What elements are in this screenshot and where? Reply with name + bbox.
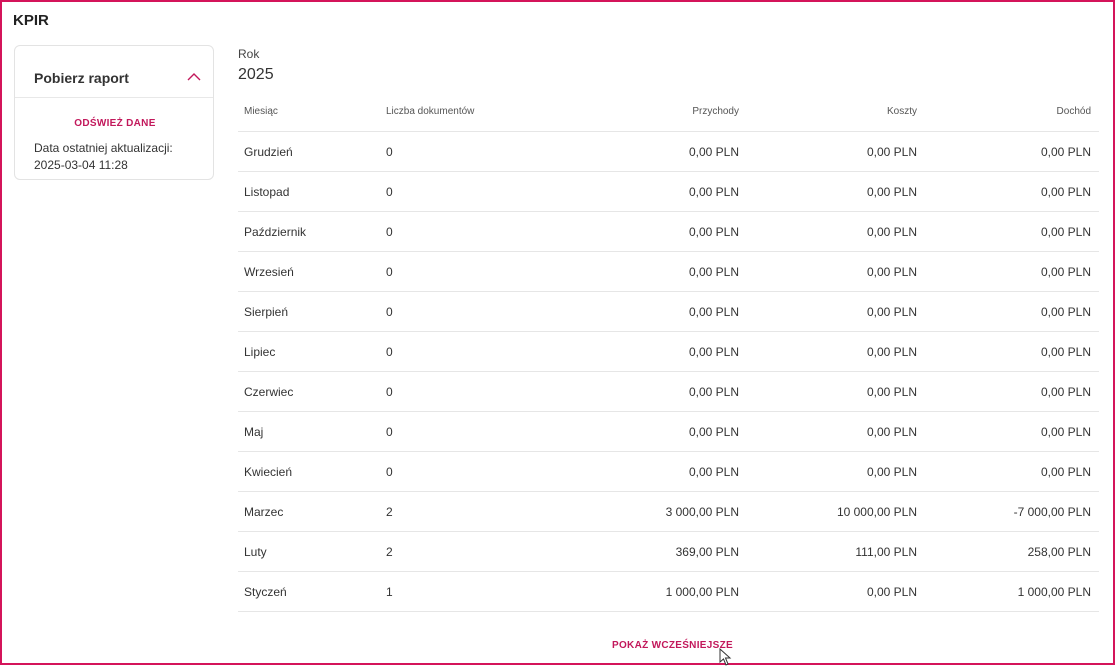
cell-costs: 0,00 PLN (866, 424, 917, 439)
last-update-value: 2025-03-04 11:28 (34, 158, 128, 172)
header-income[interactable]: Przychody (692, 92, 739, 131)
cell-docs: 0 (386, 464, 393, 479)
kpir-table: Miesiąc Liczba dokumentów Przychody Kosz… (238, 92, 1099, 612)
cell-income: 0,00 PLN (688, 384, 739, 399)
table-row: Czerwiec 0 0,00 PLN 0,00 PLN 0,00 PLN (238, 372, 1099, 412)
header-month[interactable]: Miesiąc (244, 92, 278, 131)
cell-docs: 2 (386, 504, 393, 519)
cell-costs: 0,00 PLN (866, 184, 917, 199)
cell-month: Grudzień (244, 144, 293, 159)
cell-costs: 0,00 PLN (866, 384, 917, 399)
cell-income: 0,00 PLN (688, 264, 739, 279)
table-row: Sierpień 0 0,00 PLN 0,00 PLN 0,00 PLN (238, 292, 1099, 332)
cell-costs: 0,00 PLN (866, 304, 917, 319)
year-label: Rok (238, 47, 260, 61)
cell-docs: 0 (386, 304, 393, 319)
mouse-cursor-icon (719, 648, 732, 666)
cell-profit: 258,00 PLN (1027, 544, 1091, 559)
report-card-header[interactable]: Pobierz raport (15, 46, 213, 98)
table-row: Maj 0 0,00 PLN 0,00 PLN 0,00 PLN (238, 412, 1099, 452)
header-profit[interactable]: Dochód (1057, 92, 1091, 131)
cell-month: Luty (244, 544, 267, 559)
table-row: Kwiecień 0 0,00 PLN 0,00 PLN 0,00 PLN (238, 452, 1099, 492)
cell-income: 3 000,00 PLN (665, 504, 739, 519)
report-card-title: Pobierz raport (34, 70, 129, 86)
table-row: Październik 0 0,00 PLN 0,00 PLN 0,00 PLN (238, 212, 1099, 252)
cell-costs: 0,00 PLN (866, 344, 917, 359)
cell-income: 369,00 PLN (675, 544, 739, 559)
cell-costs: 0,00 PLN (866, 144, 917, 159)
cell-month: Październik (244, 224, 307, 239)
cell-docs: 2 (386, 544, 393, 559)
table-row: Luty 2 369,00 PLN 111,00 PLN 258,00 PLN (238, 532, 1099, 572)
cell-profit: 0,00 PLN (1040, 184, 1091, 199)
cell-income: 1 000,00 PLN (665, 584, 739, 599)
cell-profit: 0,00 PLN (1040, 304, 1091, 319)
cell-month: Czerwiec (244, 384, 294, 399)
header-costs[interactable]: Koszty (887, 92, 917, 131)
cell-docs: 1 (386, 584, 393, 599)
cell-income: 0,00 PLN (688, 344, 739, 359)
cell-profit: 1 000,00 PLN (1017, 584, 1091, 599)
cell-income: 0,00 PLN (688, 224, 739, 239)
cell-month: Lipiec (244, 344, 276, 359)
table-header: Miesiąc Liczba dokumentów Przychody Kosz… (238, 92, 1099, 132)
app-frame: KPIR Pobierz raport ODŚWIEŻ DANE Data os… (0, 0, 1115, 666)
table-row: Listopad 0 0,00 PLN 0,00 PLN 0,00 PLN (238, 172, 1099, 212)
cell-profit: 0,00 PLN (1040, 344, 1091, 359)
table-row: Marzec 2 3 000,00 PLN 10 000,00 PLN -7 000,0… (238, 492, 1099, 532)
cell-month: Kwiecień (244, 464, 293, 479)
cell-docs: 0 (386, 184, 393, 199)
cell-profit: 0,00 PLN (1040, 224, 1091, 239)
cell-income: 0,00 PLN (688, 464, 739, 479)
page-title: KPIR (13, 12, 49, 29)
chevron-up-icon[interactable] (187, 72, 201, 82)
table-row: Styczeń 1 1 000,00 PLN 0,00 PLN 1 000,00 PLN (238, 572, 1099, 612)
cell-costs: 0,00 PLN (866, 584, 917, 599)
year-value: 2025 (238, 66, 274, 83)
cell-profit: 0,00 PLN (1040, 144, 1091, 159)
cell-docs: 0 (386, 384, 393, 399)
cell-month: Styczeń (244, 584, 287, 599)
cell-profit: 0,00 PLN (1040, 464, 1091, 479)
cell-month: Maj (244, 424, 264, 439)
cell-income: 0,00 PLN (688, 304, 739, 319)
cell-income: 0,00 PLN (688, 424, 739, 439)
show-earlier-button[interactable]: POKAŻ WCZEŚNIEJSZE (612, 640, 733, 651)
cell-profit: -7 000,00 PLN (1013, 504, 1091, 519)
cell-profit: 0,00 PLN (1040, 264, 1091, 279)
cell-profit: 0,00 PLN (1040, 384, 1091, 399)
last-update-label: Data ostatniej aktualizacji: (34, 141, 173, 155)
refresh-data-button[interactable]: ODŚWIEŻ DANE (15, 118, 215, 129)
cell-costs: 111,00 PLN (855, 544, 917, 559)
cell-month: Listopad (244, 184, 290, 199)
table-row: Lipiec 0 0,00 PLN 0,00 PLN 0,00 PLN (238, 332, 1099, 372)
cell-costs: 0,00 PLN (866, 464, 917, 479)
table-row: Grudzień 0 0,00 PLN 0,00 PLN 0,00 PLN (238, 132, 1099, 172)
cell-docs: 0 (386, 344, 393, 359)
cell-docs: 0 (386, 264, 393, 279)
cell-docs: 0 (386, 224, 393, 239)
report-card: Pobierz raport ODŚWIEŻ DANE Data ostatni… (14, 45, 214, 180)
header-docs[interactable]: Liczba dokumentów (386, 92, 474, 131)
cell-month: Sierpień (244, 304, 289, 319)
cell-month: Marzec (244, 504, 284, 519)
table-row: Wrzesień 0 0,00 PLN 0,00 PLN 0,00 PLN (238, 252, 1099, 292)
cell-docs: 0 (386, 424, 393, 439)
cell-docs: 0 (386, 144, 393, 159)
cell-income: 0,00 PLN (688, 184, 739, 199)
cell-costs: 0,00 PLN (866, 224, 917, 239)
cell-income: 0,00 PLN (688, 144, 739, 159)
cell-month: Wrzesień (244, 264, 294, 279)
cell-costs: 10 000,00 PLN (836, 504, 917, 519)
table-body: Grudzień 0 0,00 PLN 0,00 PLN 0,00 PLN Listopa… (238, 132, 1099, 612)
cell-costs: 0,00 PLN (866, 264, 917, 279)
cell-profit: 0,00 PLN (1040, 424, 1091, 439)
